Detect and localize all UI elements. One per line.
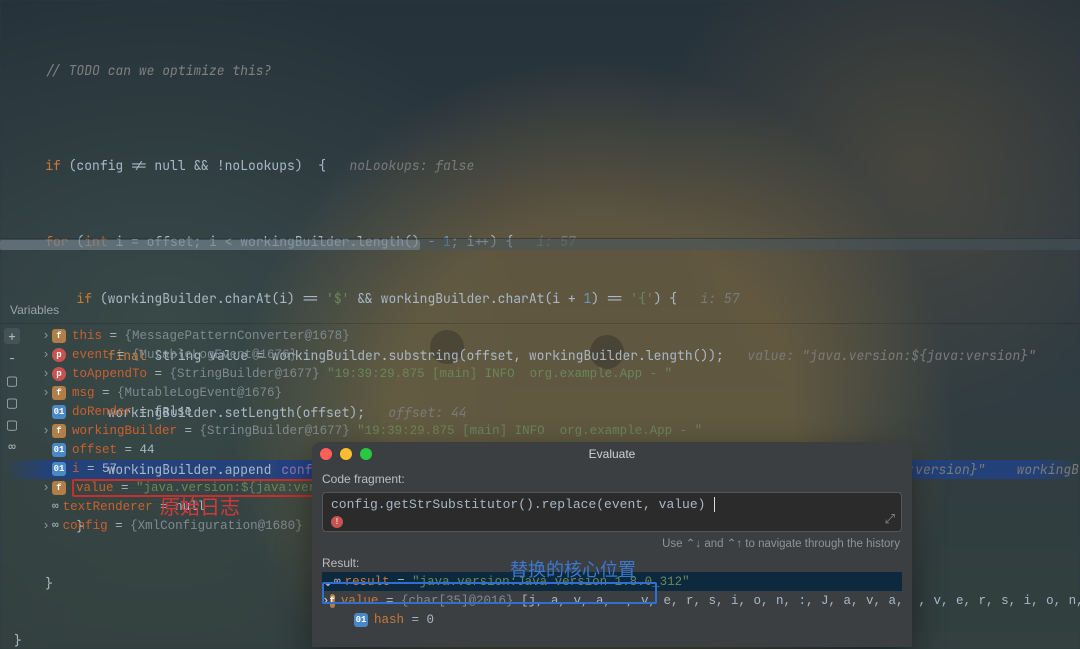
window-zoom-icon[interactable] <box>360 448 372 460</box>
editor-horizontal-scrollbar[interactable] <box>0 238 1080 250</box>
var-badge-icon: 01 <box>52 443 66 457</box>
chevron-right-icon[interactable]: › <box>40 329 52 343</box>
var-badge-icon: f <box>52 424 66 438</box>
add-watch-icon[interactable]: + <box>4 328 20 344</box>
chevron-right-icon[interactable]: › <box>40 367 52 381</box>
code-line: // TODO can we optimize this? <box>4 42 1080 99</box>
error-gutter-icon[interactable]: ! <box>331 516 343 528</box>
gutter-icon[interactable]: ▢ <box>4 416 20 432</box>
chevron-right-icon[interactable]: › <box>322 594 330 608</box>
code-fragment-label: Code fragment: <box>312 466 912 490</box>
chevron-right-icon[interactable] <box>40 500 52 514</box>
chevron-down-icon[interactable]: ⌄ <box>322 574 334 590</box>
comment-text: // TODO can we optimize this? <box>45 62 271 79</box>
var-badge-icon: 01 <box>52 405 66 419</box>
var-badge-icon: 01 <box>52 462 66 476</box>
variables-gutter: + − ▢ ▢ ▢ ∞ <box>0 324 24 535</box>
chevron-right-icon[interactable] <box>40 443 52 457</box>
field-icon: f <box>330 594 335 608</box>
gutter-icon[interactable]: ▢ <box>4 372 20 388</box>
remove-watch-icon[interactable]: − <box>4 350 20 366</box>
chevron-right-icon[interactable]: › <box>40 481 52 495</box>
result-row: › fvalue = {char[35]@2016} [j, a, v, a, … <box>322 591 902 610</box>
var-badge-icon: f <box>52 329 66 343</box>
history-nav-hint: Use ⌃↓ and ⌃↑ to navigate through the hi… <box>312 532 912 552</box>
window-close-icon[interactable] <box>320 448 332 460</box>
result-row: 01hash = 0 <box>322 610 902 629</box>
chevron-right-icon[interactable] <box>40 405 52 419</box>
code-fragment-input[interactable]: config.getStrSubstitutor().replace(event… <box>322 492 902 532</box>
object-icon: ∞ <box>334 575 341 589</box>
variable-row[interactable]: › ptoAppendTo = {StringBuilder@1677} "19… <box>24 364 1080 383</box>
variables-header: Variables <box>0 299 1080 324</box>
chevron-right-icon[interactable]: › <box>40 424 52 438</box>
var-badge-icon: p <box>52 367 66 381</box>
scrollbar-thumb[interactable] <box>0 240 420 250</box>
chevron-right-icon[interactable] <box>40 462 52 476</box>
evaluate-dialog: Evaluate Code fragment: config.getStrSub… <box>312 442 912 647</box>
chevron-right-icon[interactable]: › <box>40 348 52 362</box>
link-icon[interactable]: ∞ <box>4 438 20 454</box>
var-badge-icon: p <box>52 348 66 362</box>
annotation-red: 原始日志 <box>160 491 240 520</box>
int-icon: 01 <box>354 613 368 627</box>
annotation-blue: 替换的核心位置 <box>510 556 636 582</box>
variable-row[interactable]: › fthis = {MessagePatternConverter@1678} <box>24 326 1080 345</box>
dialog-title: Evaluate <box>589 447 636 461</box>
chevron-right-icon[interactable]: › <box>40 386 52 400</box>
variable-row[interactable]: › fworkingBuilder = {StringBuilder@1677}… <box>24 421 1080 440</box>
expand-icon[interactable]: ⤢ <box>885 512 895 527</box>
window-minimize-icon[interactable] <box>340 448 352 460</box>
variable-row[interactable]: › fmsg = {MutableLogEvent@1676} <box>24 383 1080 402</box>
code-line: if (config != null && !noLookups) { noLo… <box>4 137 1080 194</box>
var-badge-icon: ∞ <box>52 519 59 533</box>
variable-row[interactable]: 01doRender = false <box>24 402 1080 421</box>
var-badge-icon: ∞ <box>52 500 59 514</box>
variable-row[interactable]: › pevent = {MutableLogEvent@1676} <box>24 345 1080 364</box>
text-caret <box>706 497 715 512</box>
dialog-titlebar[interactable]: Evaluate <box>312 442 912 466</box>
var-badge-icon: f <box>52 386 66 400</box>
var-badge-icon: f <box>52 481 66 495</box>
chevron-right-icon[interactable]: › <box>40 519 52 533</box>
gutter-icon[interactable]: ▢ <box>4 394 20 410</box>
code-editor[interactable]: // TODO can we optimize this? if (config… <box>0 0 1080 238</box>
